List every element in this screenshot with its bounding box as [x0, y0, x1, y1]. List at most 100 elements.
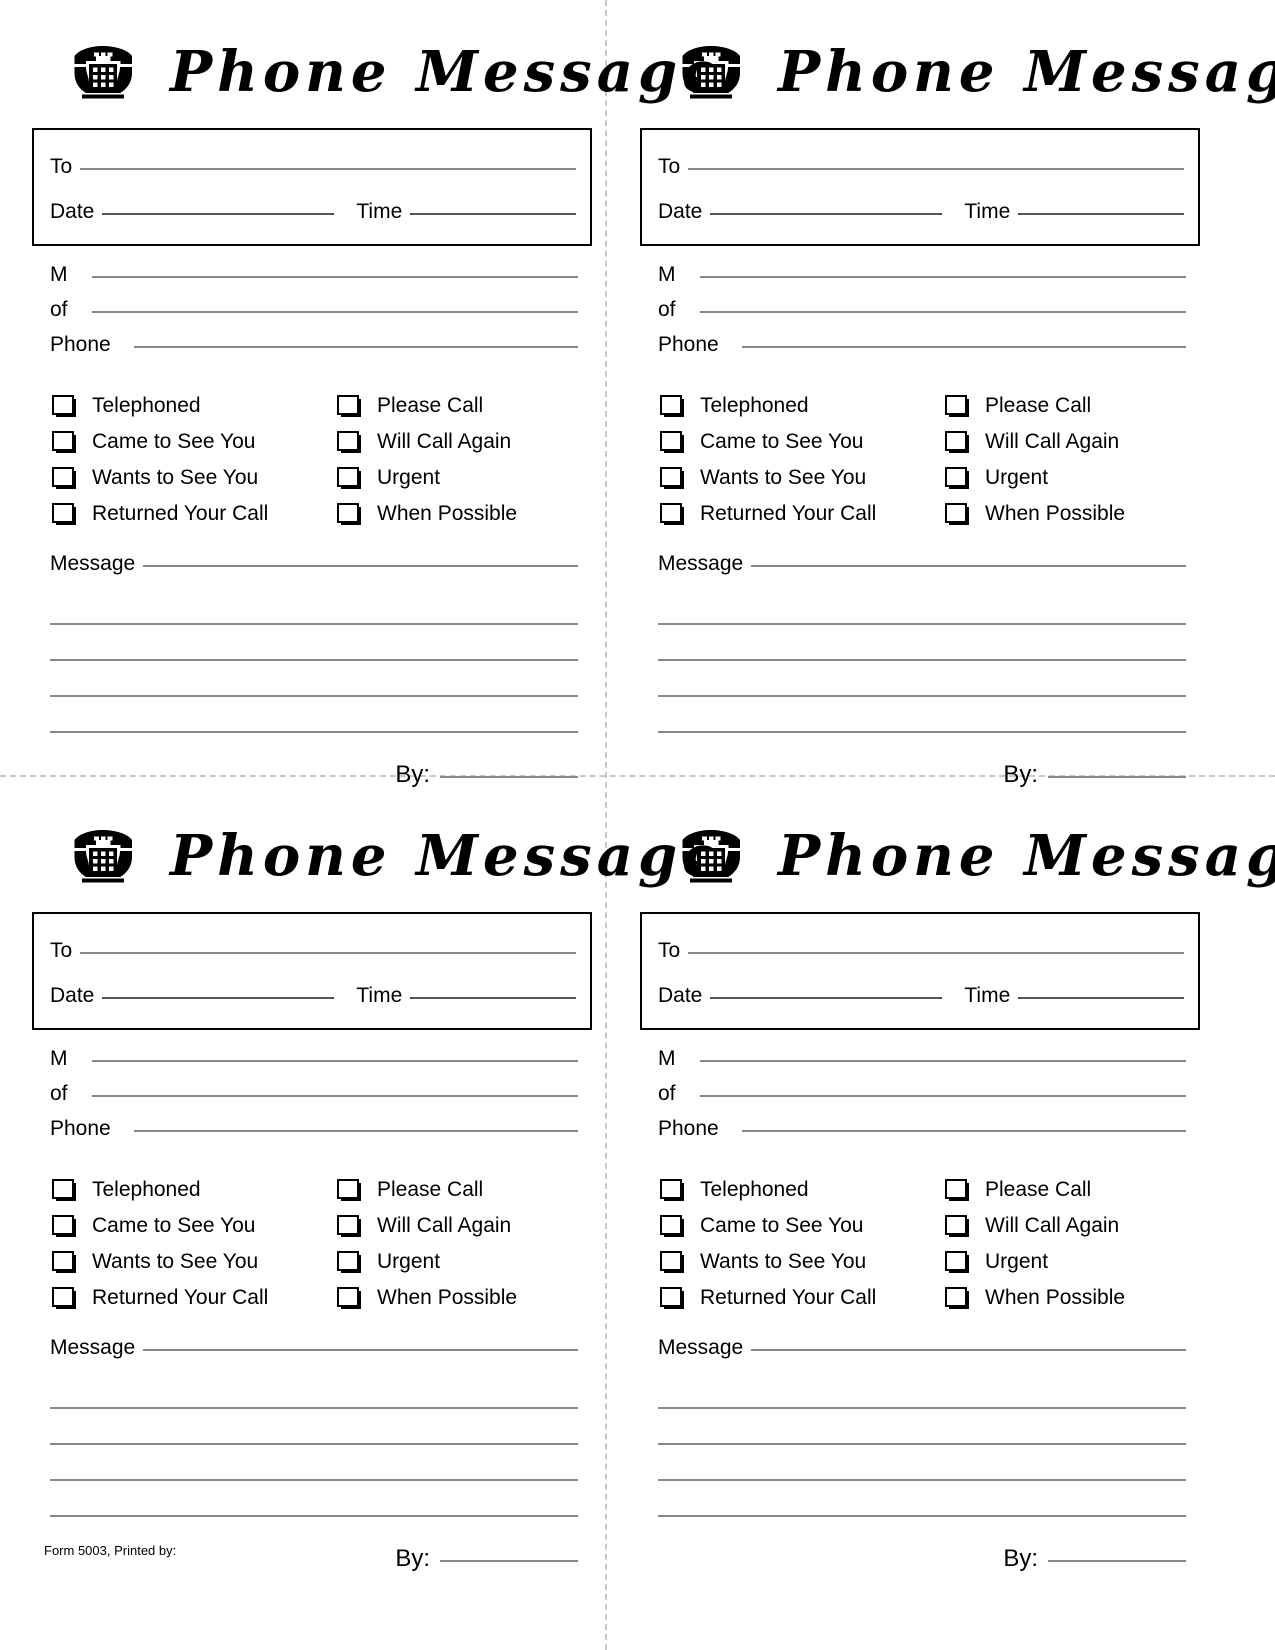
checkbox-right-3[interactable]	[337, 1287, 361, 1309]
to-input-line[interactable]	[80, 951, 576, 954]
message-input-line-4[interactable]	[50, 695, 578, 697]
checkbox-item[interactable]: Urgent	[945, 1251, 1200, 1273]
checkbox-right-2[interactable]	[337, 1251, 361, 1273]
checkbox-item[interactable]: Will Call Again	[337, 431, 592, 453]
by-input-line[interactable]	[440, 775, 578, 778]
checkbox-item[interactable]: Telephoned	[52, 1179, 337, 1201]
of-input-line[interactable]	[700, 310, 1186, 313]
checkbox-item[interactable]: Came to See You	[52, 431, 337, 453]
by-input-line[interactable]	[1048, 775, 1186, 778]
checkbox-left-2[interactable]	[52, 467, 76, 489]
checkbox-item[interactable]: Please Call	[337, 1179, 592, 1201]
phone-input-line[interactable]	[134, 1129, 578, 1132]
checkbox-item[interactable]: Urgent	[337, 467, 592, 489]
checkbox-item[interactable]: When Possible	[945, 503, 1200, 525]
checkbox-item[interactable]: When Possible	[337, 1287, 592, 1309]
checkbox-item[interactable]: Returned Your Call	[52, 503, 337, 525]
checkbox-left-3[interactable]	[52, 503, 76, 525]
message-input-line-3[interactable]	[50, 659, 578, 661]
date-input-line[interactable]	[710, 212, 943, 215]
checkbox-right-1[interactable]	[337, 431, 361, 453]
message-input-line-1[interactable]	[751, 1348, 1186, 1351]
checkbox-item[interactable]: Urgent	[945, 467, 1200, 489]
time-input-line[interactable]	[1018, 996, 1184, 999]
message-input-line-1[interactable]	[143, 1348, 578, 1351]
checkbox-left-1[interactable]	[660, 431, 684, 453]
m-input-line[interactable]	[700, 275, 1186, 278]
checkbox-left-0[interactable]	[52, 1179, 76, 1201]
to-input-line[interactable]	[80, 167, 576, 170]
checkbox-item[interactable]: Wants to See You	[52, 467, 337, 489]
checkbox-right-2[interactable]	[945, 1251, 969, 1273]
m-input-line[interactable]	[92, 275, 578, 278]
checkbox-item[interactable]: Came to See You	[660, 1215, 945, 1237]
time-input-line[interactable]	[410, 212, 576, 215]
checkbox-item[interactable]: Returned Your Call	[52, 1287, 337, 1309]
message-input-line-5[interactable]	[658, 1515, 1186, 1517]
checkbox-item[interactable]: Will Call Again	[945, 431, 1200, 453]
checkbox-item[interactable]: Returned Your Call	[660, 1287, 945, 1309]
checkbox-left-3[interactable]	[52, 1287, 76, 1309]
checkbox-item[interactable]: Please Call	[945, 1179, 1200, 1201]
date-input-line[interactable]	[102, 212, 335, 215]
checkbox-left-2[interactable]	[52, 1251, 76, 1273]
time-input-line[interactable]	[410, 996, 576, 999]
checkbox-left-0[interactable]	[52, 395, 76, 417]
message-input-line-5[interactable]	[50, 1515, 578, 1517]
checkbox-item[interactable]: When Possible	[945, 1287, 1200, 1309]
m-input-line[interactable]	[700, 1059, 1186, 1062]
checkbox-right-2[interactable]	[337, 467, 361, 489]
message-input-line-2[interactable]	[50, 1407, 578, 1409]
checkbox-right-3[interactable]	[945, 1287, 969, 1309]
checkbox-item[interactable]: Wants to See You	[660, 467, 945, 489]
of-input-line[interactable]	[700, 1094, 1186, 1097]
time-input-line[interactable]	[1018, 212, 1184, 215]
message-input-line-4[interactable]	[658, 1479, 1186, 1481]
of-input-line[interactable]	[92, 310, 578, 313]
message-input-line-3[interactable]	[658, 1443, 1186, 1445]
message-input-line-4[interactable]	[50, 1479, 578, 1481]
checkbox-item[interactable]: Please Call	[337, 395, 592, 417]
checkbox-right-0[interactable]	[337, 1179, 361, 1201]
to-input-line[interactable]	[688, 167, 1184, 170]
phone-input-line[interactable]	[134, 345, 578, 348]
checkbox-left-3[interactable]	[660, 503, 684, 525]
checkbox-left-1[interactable]	[52, 431, 76, 453]
checkbox-left-0[interactable]	[660, 1179, 684, 1201]
checkbox-item[interactable]: Came to See You	[660, 431, 945, 453]
message-input-line-5[interactable]	[50, 731, 578, 733]
checkbox-item[interactable]: Will Call Again	[945, 1215, 1200, 1237]
message-input-line-3[interactable]	[658, 659, 1186, 661]
checkbox-left-2[interactable]	[660, 467, 684, 489]
checkbox-right-0[interactable]	[337, 395, 361, 417]
message-input-line-4[interactable]	[658, 695, 1186, 697]
checkbox-item[interactable]: Wants to See You	[660, 1251, 945, 1273]
checkbox-item[interactable]: Will Call Again	[337, 1215, 592, 1237]
to-input-line[interactable]	[688, 951, 1184, 954]
of-input-line[interactable]	[92, 1094, 578, 1097]
message-input-line-2[interactable]	[50, 623, 578, 625]
m-input-line[interactable]	[92, 1059, 578, 1062]
checkbox-item[interactable]: When Possible	[337, 503, 592, 525]
by-input-line[interactable]	[440, 1559, 578, 1562]
message-input-line-1[interactable]	[751, 564, 1186, 567]
message-input-line-5[interactable]	[658, 731, 1186, 733]
date-input-line[interactable]	[710, 996, 943, 999]
checkbox-left-0[interactable]	[660, 395, 684, 417]
checkbox-item[interactable]: Urgent	[337, 1251, 592, 1273]
checkbox-left-1[interactable]	[52, 1215, 76, 1237]
message-input-line-2[interactable]	[658, 1407, 1186, 1409]
checkbox-left-2[interactable]	[660, 1251, 684, 1273]
checkbox-item[interactable]: Telephoned	[660, 1179, 945, 1201]
checkbox-right-2[interactable]	[945, 467, 969, 489]
phone-input-line[interactable]	[742, 1129, 1186, 1132]
checkbox-right-1[interactable]	[945, 1215, 969, 1237]
checkbox-right-1[interactable]	[945, 431, 969, 453]
checkbox-right-0[interactable]	[945, 1179, 969, 1201]
message-input-line-3[interactable]	[50, 1443, 578, 1445]
checkbox-item[interactable]: Please Call	[945, 395, 1200, 417]
checkbox-right-3[interactable]	[337, 503, 361, 525]
checkbox-left-1[interactable]	[660, 1215, 684, 1237]
phone-input-line[interactable]	[742, 345, 1186, 348]
checkbox-right-0[interactable]	[945, 395, 969, 417]
